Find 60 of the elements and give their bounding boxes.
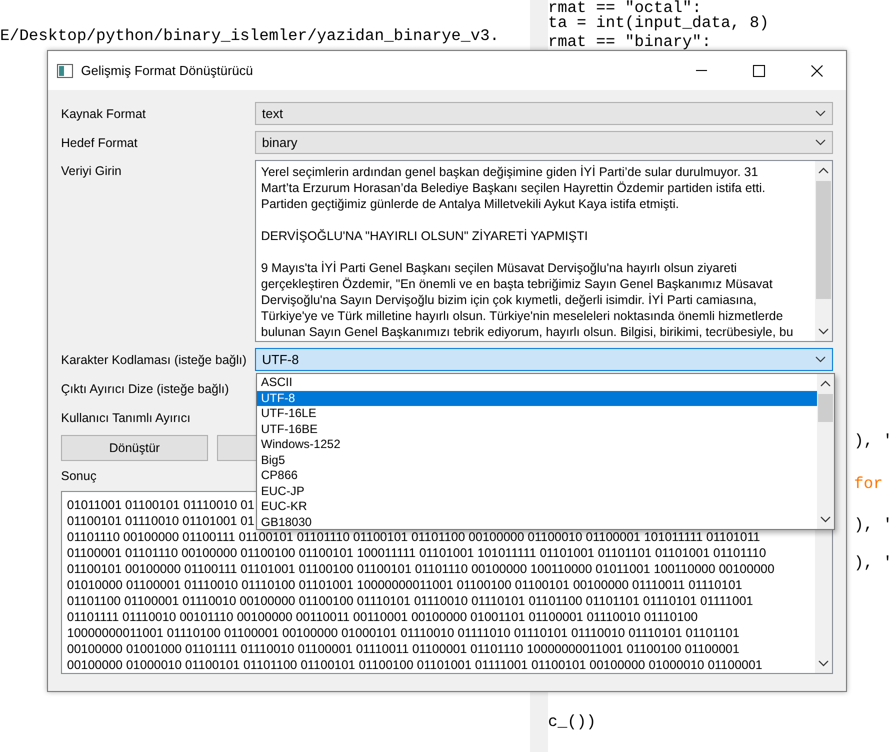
chevron-down-icon[interactable] [818, 660, 829, 667]
close-icon [811, 64, 823, 76]
dropdown-option[interactable]: Big5 [257, 452, 817, 468]
code-line: rmat == "binary": [548, 33, 712, 51]
scrollbar[interactable] [815, 161, 832, 341]
binary-output-line: 01101111 01110010 00101110 00100000 00110011 00110001 00100000 01001101 01100001 01110010 01110100 [67, 609, 698, 625]
scrollbar-thumb[interactable] [816, 181, 831, 299]
dropdown-option[interactable]: EUC-JP [257, 484, 817, 499]
chevron-down-icon[interactable] [818, 328, 829, 335]
dropdown-option[interactable]: UTF-16LE [257, 406, 817, 422]
binary-output-line: 10000000011001 01110100 01100001 00100000 01000101 01110010 01111010 01110101 01110010 01110101 01101101 [67, 625, 740, 641]
field-label: Kullanıcı Tanımlı Ayırıcı [61, 410, 192, 424]
code-line: E/Desktop/python/binary_islemler/yazidan_binarye_v3. [0, 27, 500, 45]
paragraph-text: DERVİŞOĞLU'NA "HAYIRLI OLSUN" ZİYARETİ YAPMIŞTI [261, 228, 589, 244]
binary-output-line: 01010000 01100001 01110010 01110100 01101001 10000000011001 01100100 01100101 00100000 01110011 01110101 [67, 577, 742, 593]
field-label: Sonuç [61, 469, 98, 483]
chevron-down-icon [815, 356, 826, 363]
convert-button[interactable]: Dönüştür [61, 435, 208, 461]
chevron-down-icon[interactable] [820, 516, 831, 523]
combo-box[interactable]: binary [255, 131, 833, 154]
paragraph-text: 9 Mayıs'ta İYİ Parti Genel Başkanı seçilen Müsavat Dervişoğlu'na hayırlı olsun ziyareti gerçekleştiren Özdemir, "En önemli ve en başta tebriğimiz Sayın Genel Başkanımız Müsavat Dervişoğlu'na Sayın Dervişoğlu bizim için çok kıymetli, değerli isimdir. İYİ Parti camiasına, Türkiye'ye ve Türk milletine hayırlı olsun. Türkiye'nin meseleleri noktasında önemli hizmetlerde bulunan Sayın Genel Başkanımızı tebrik ediyorum, hayırlı olsun. Bilgisi, birikimi, tecrübesiyle, bu [261, 260, 794, 340]
field-label: Hedef Format [61, 136, 138, 150]
code-line: ta = int(input_data, 8) [548, 14, 769, 32]
chevron-up-icon[interactable] [820, 380, 831, 387]
scrollbar[interactable] [817, 374, 834, 529]
combo-box[interactable]: UTF-8 [255, 348, 833, 371]
dropdown-option[interactable]: CP866 [257, 468, 817, 484]
dropdown-option[interactable]: GB18030 [257, 514, 817, 529]
maximize-icon [753, 64, 765, 76]
scrollbar-thumb[interactable] [818, 394, 833, 422]
dropdown-option[interactable]: ASCII [257, 375, 817, 390]
field-label: Veriyi Girin [61, 164, 122, 178]
dropdown-option[interactable]: UTF-16BE [257, 422, 817, 437]
field-label: Çıktı Ayırıcı Dize (isteğe bağlı) [61, 382, 230, 396]
code-line: for [854, 475, 883, 493]
chevron-down-icon [815, 139, 826, 146]
binary-output-line: 00100000 01001000 01101111 01110010 01100001 01110011 01100001 01101110 10000000011001 01100100 01100001 [67, 641, 740, 657]
window-title: Gelişmiş Format Dönüştürücü [81, 63, 254, 78]
minimize-icon [696, 70, 706, 71]
paragraph-text: Yerel seçimlerin ardından genel başkan değişimine giden İYİ Parti’de sular durulmuyor. 31 Mart’ta Erzurum Horasan’da Belediye Başkanı seçilen Hayrettin Özdemir partiden istifa etti. Partiden geçtiğimiz günlerde de Antalya Milletvekili Aykut Kaya istifa etmişti. [261, 164, 766, 212]
code-line: ), ' [854, 432, 892, 450]
binary-output-line: 01101100 01100001 01110010 00100000 01100100 01110101 01110010 01110101 01101100 01101101 01110101 01111001 [67, 593, 754, 609]
binary-output-line: 01011001 01100101 01110010 01 [67, 497, 254, 513]
code-line: ), ' [854, 516, 892, 534]
dropdown-option[interactable]: EUC-KR [257, 499, 817, 514]
combo-box[interactable]: text [255, 102, 833, 125]
binary-output-line: 01101110 00100000 01100111 01100101 01101110 01100101 01101100 00100000 01100010 01100001 101011111 01101011 [67, 529, 760, 545]
binary-output-line: 01100101 01110010 01101001 01 [67, 513, 254, 529]
binary-output-line: 01100101 00100000 01100111 01101001 01100100 01100101 01101110 00100000 100110000 01011001 100110000 00100000 [67, 561, 774, 577]
binary-output-line: 00100000 01000010 01100101 01101100 01100101 01100100 01101001 01111001 01100101 00100000 01000010 01100001 [67, 657, 762, 673]
binary-output-line: 01100001 01101110 00100000 01100100 01100101 100011111 01101001 101011111 01101001 01101101 01101001 01101110 [67, 545, 766, 561]
code-line: ), ' [854, 554, 892, 572]
dropdown-option[interactable]: UTF-8 [257, 390, 817, 406]
code-line: c_()) [548, 713, 596, 731]
window-icon [57, 64, 73, 78]
dropdown-option[interactable]: Windows-1252 [257, 437, 817, 452]
field-label: Kaynak Format [61, 106, 147, 120]
field-label: Karakter Kodlaması (isteğe bağlı) [61, 352, 248, 366]
chevron-down-icon [815, 110, 826, 117]
chevron-up-icon[interactable] [818, 167, 829, 174]
